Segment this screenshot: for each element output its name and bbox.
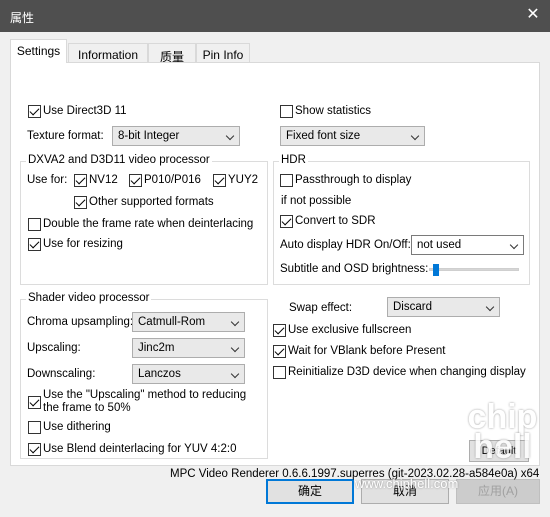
texture-format-value: 8-bit Integer (118, 130, 180, 142)
font-size-select[interactable]: Fixed font size (280, 126, 425, 146)
wait-vblank-checkbox[interactable] (273, 345, 286, 358)
shader-group-title: Shader video processor (26, 292, 152, 304)
subtitle-brightness-label: Subtitle and OSD brightness: (280, 263, 429, 275)
passthrough-label: Passthrough to display (295, 174, 412, 186)
texture-format-label: Texture format: (27, 130, 104, 142)
title-bar: 属性 ✕ (0, 0, 550, 32)
downscaling-value: Lanczos (138, 368, 181, 380)
subtitle-brightness-slider[interactable] (429, 268, 519, 271)
swap-effect-select[interactable]: Discard (387, 297, 500, 317)
auto-hdr-value: not used (417, 239, 462, 251)
double-frame-rate-checkbox[interactable] (28, 218, 41, 231)
upscaling-value: Jinc2m (138, 342, 175, 354)
use-for-label: Use for: (27, 174, 68, 186)
use-d3d11-checkbox[interactable] (28, 105, 41, 118)
exclusive-fullscreen-label: Use exclusive fullscreen (288, 324, 412, 336)
hdr-group-title: HDR (279, 154, 308, 166)
use-dithering-checkbox[interactable] (28, 421, 41, 434)
exclusive-fullscreen-checkbox[interactable] (273, 324, 286, 337)
texture-format-select[interactable]: 8-bit Integer (112, 126, 240, 146)
show-statistics-checkbox[interactable] (280, 105, 293, 118)
chevron-down-icon (485, 302, 495, 312)
watermark-logo: chip hell (467, 398, 538, 466)
p010-label: P010/P016 (144, 174, 201, 186)
chroma-upsampling-label: Chroma upsampling: (27, 316, 134, 328)
if-not-possible-label: if not possible (281, 195, 352, 207)
downscaling-label: Downscaling: (27, 368, 96, 380)
other-formats-label: Other supported formats (89, 196, 214, 208)
use-for-resizing-checkbox[interactable] (28, 238, 41, 251)
slider-thumb[interactable] (432, 264, 439, 276)
chevron-down-icon (230, 369, 240, 379)
reinit-d3d-label: Reinitialize D3D device when changing di… (288, 366, 526, 378)
other-formats-checkbox[interactable] (74, 196, 87, 209)
tab-settings[interactable]: Settings (10, 39, 67, 63)
window-title: 属性 (10, 11, 35, 25)
reinit-d3d-checkbox[interactable] (273, 366, 286, 379)
yuy2-label: YUY2 (228, 174, 259, 186)
chevron-down-icon (225, 131, 235, 141)
auto-hdr-label: Auto display HDR On/Off: (280, 239, 411, 251)
wait-vblank-label: Wait for VBlank before Present (288, 345, 446, 357)
p010-checkbox[interactable] (129, 174, 142, 187)
chevron-down-icon (230, 343, 240, 353)
swap-effect-value: Discard (393, 301, 432, 313)
convert-to-sdr-label: Convert to SDR (295, 215, 376, 227)
close-icon[interactable]: ✕ (516, 0, 550, 32)
show-statistics-label: Show statistics (295, 105, 372, 117)
use-dithering-label: Use dithering (43, 421, 111, 433)
use-upscaling-method-label-line2: the frame to 50% (43, 402, 131, 414)
ok-button[interactable]: 确定 (266, 479, 354, 504)
apply-button[interactable]: 应用(A) (456, 479, 540, 504)
downscaling-select[interactable]: Lanczos (132, 364, 245, 384)
passthrough-checkbox[interactable] (280, 174, 293, 187)
yuy2-checkbox[interactable] (213, 174, 226, 187)
dxva-group-title: DXVA2 and D3D11 video processor (26, 154, 212, 166)
upscaling-select[interactable]: Jinc2m (132, 338, 245, 358)
use-d3d11-label: Use Direct3D 11 (43, 105, 127, 117)
font-size-value: Fixed font size (286, 130, 361, 142)
chevron-down-icon (509, 240, 519, 250)
dialog-client: Settings Information 质量 Pin Info Use Dir… (0, 32, 550, 517)
chevron-down-icon (410, 131, 420, 141)
upscaling-label: Upscaling: (27, 342, 81, 354)
double-frame-rate-label: Double the frame rate when deinterlacing (43, 218, 254, 230)
use-upscaling-method-checkbox[interactable] (28, 396, 41, 409)
nv12-checkbox[interactable] (74, 174, 87, 187)
blend-deinterlacing-checkbox[interactable] (28, 443, 41, 456)
chroma-upsampling-value: Catmull-Rom (138, 316, 206, 328)
swap-effect-label: Swap effect: (289, 302, 353, 314)
watermark-url: www.chiphell.com (355, 476, 459, 491)
nv12-label: NV12 (89, 174, 118, 186)
convert-to-sdr-checkbox[interactable] (280, 215, 293, 228)
auto-hdr-select[interactable]: not used (411, 235, 524, 255)
chroma-upsampling-select[interactable]: Catmull-Rom (132, 312, 245, 332)
chevron-down-icon (230, 317, 240, 327)
use-for-resizing-label: Use for resizing (43, 238, 123, 250)
blend-deinterlacing-label: Use Blend deinterlacing for YUV 4:2:0 (43, 443, 237, 455)
use-upscaling-method-label-line1: Use the "Upscaling" method to reducing (43, 389, 247, 401)
